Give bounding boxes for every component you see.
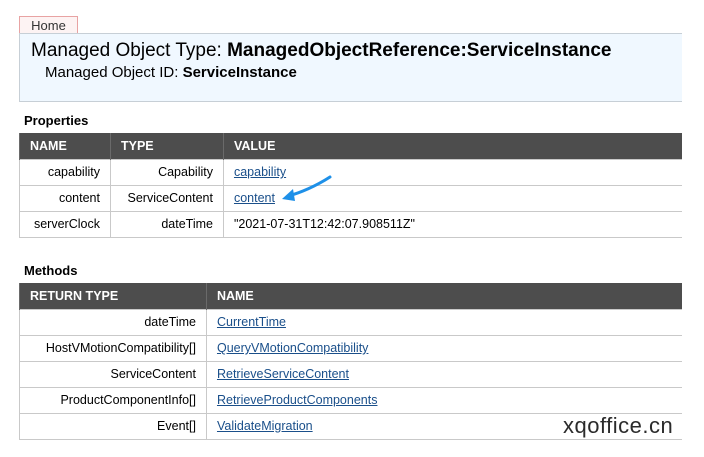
method-return-type: dateTime <box>19 308 207 336</box>
property-type: ServiceContent <box>109 184 224 212</box>
method-link[interactable]: RetrieveServiceContent <box>217 367 349 381</box>
method-link[interactable]: QueryVMotionCompatibility <box>217 341 368 355</box>
column-header: NAME <box>205 283 682 309</box>
table-row: ServiceContent RetrieveServiceContent <box>19 360 682 388</box>
type-value: ManagedObjectReference:ServiceInstance <box>227 40 612 61</box>
property-type: dateTime <box>109 210 224 238</box>
property-name: capability <box>19 158 111 186</box>
method-return-type: HostVMotionCompatibility[] <box>19 334 207 362</box>
column-header: VALUE <box>222 133 682 159</box>
property-name: content <box>19 184 111 212</box>
id-value: ServiceInstance <box>182 64 297 81</box>
property-value-link[interactable]: content <box>234 191 275 205</box>
property-type: Capability <box>109 158 224 186</box>
methods-header-row: RETURN TYPE NAME <box>19 283 682 309</box>
type-label: Managed Object Type: <box>31 40 222 61</box>
id-label: Managed Object ID: <box>45 64 179 81</box>
method-name-cell: RetrieveServiceContent <box>205 360 682 388</box>
method-return-type: ServiceContent <box>19 360 207 388</box>
managed-object-type: Managed Object Type: ManagedObjectRefere… <box>31 40 612 62</box>
managed-object-id: Managed Object ID: ServiceInstance <box>45 64 297 81</box>
table-row: content ServiceContent content <box>19 184 682 212</box>
table-row: HostVMotionCompatibility[] QueryVMotionC… <box>19 334 682 362</box>
properties-title: Properties <box>24 113 89 128</box>
properties-header-row: NAME TYPE VALUE <box>19 133 682 159</box>
method-return-type: ProductComponentInfo[] <box>19 386 207 414</box>
method-link[interactable]: CurrentTime <box>217 315 286 329</box>
watermark: xqoffice.cn <box>563 413 674 438</box>
home-tab[interactable]: Home <box>19 16 78 34</box>
table-row: dateTime CurrentTime <box>19 308 682 336</box>
column-header: NAME <box>19 133 111 159</box>
method-link[interactable]: ValidateMigration <box>217 419 313 433</box>
managed-object-header: Managed Object Type: ManagedObjectRefere… <box>19 33 682 102</box>
method-name-cell: QueryVMotionCompatibility <box>205 334 682 362</box>
arrow-icon <box>282 175 332 201</box>
table-row: serverClock dateTime "2021-07-31T12:42:0… <box>19 210 682 238</box>
table-row: capability Capability capability <box>19 158 682 186</box>
method-return-type: Event[] <box>19 412 207 440</box>
property-name: serverClock <box>19 210 111 238</box>
methods-title: Methods <box>24 263 78 278</box>
property-value: "2021-07-31T12:42:07.908511Z" <box>222 210 682 238</box>
method-link[interactable]: RetrieveProductComponents <box>217 393 378 407</box>
properties-table: NAME TYPE VALUE capability Capability ca… <box>19 133 682 238</box>
column-header: RETURN TYPE <box>19 283 207 309</box>
method-name-cell: CurrentTime <box>205 308 682 336</box>
column-header: TYPE <box>109 133 224 159</box>
method-name-cell: RetrieveProductComponents <box>205 386 682 414</box>
table-row: ProductComponentInfo[] RetrieveProductCo… <box>19 386 682 414</box>
